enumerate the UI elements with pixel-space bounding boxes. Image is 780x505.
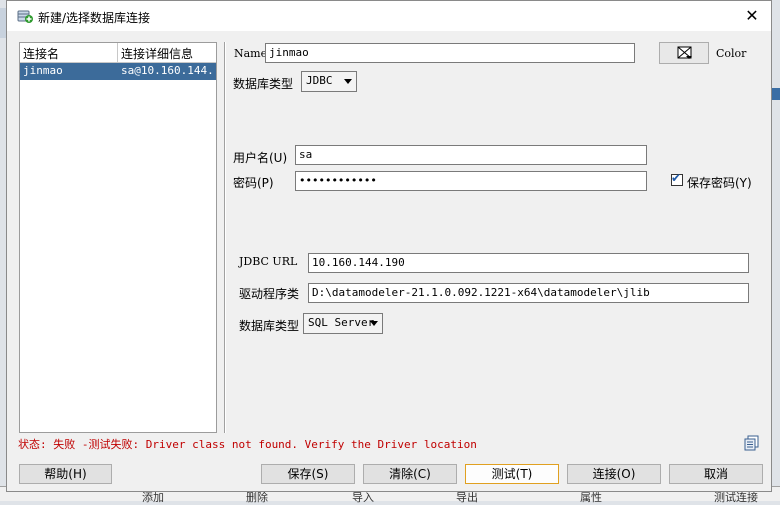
chevron-down-icon xyxy=(344,79,352,84)
db-type-select-2-value: SQL Server xyxy=(308,316,375,329)
color-button[interactable] xyxy=(659,42,709,64)
color-label: Color xyxy=(716,47,747,60)
db-type-label: 数据库类型 xyxy=(233,77,294,91)
save-button[interactable]: 保存(S) xyxy=(261,464,355,484)
username-label: 用户名(U) xyxy=(233,151,288,165)
save-password-label[interactable]: 保存密码(Y) xyxy=(687,174,752,191)
dialog-title: 新建/选择数据库连接 xyxy=(38,11,151,25)
chevron-down-icon xyxy=(370,321,378,326)
db-type-select-2[interactable]: SQL Server xyxy=(303,313,383,334)
cancel-button[interactable]: 取消 xyxy=(669,464,763,484)
save-password-checkbox[interactable]: ✔ xyxy=(671,171,683,186)
column-header-connection-details[interactable]: 连接详细信息 xyxy=(121,45,193,62)
connection-row-jinmao[interactable]: jinmao sa@10.160.144... xyxy=(20,63,216,80)
panel-divider xyxy=(224,42,226,433)
connection-list-header: 连接名 连接详细信息 xyxy=(20,43,216,63)
help-button[interactable]: 帮助(H) xyxy=(19,464,112,484)
column-divider[interactable] xyxy=(117,43,118,62)
connection-row-name: jinmao xyxy=(23,64,63,77)
copy-log-icon[interactable] xyxy=(744,435,760,451)
connect-button[interactable]: 连接(O) xyxy=(567,464,661,484)
clear-button[interactable]: 清除(C) xyxy=(363,464,457,484)
column-header-connection-name[interactable]: 连接名 xyxy=(23,45,59,62)
database-add-icon xyxy=(17,8,33,24)
new-connection-dialog: 新建/选择数据库连接 ✕ 连接名 连接详细信息 jinmao sa@10.160… xyxy=(6,0,772,492)
driver-class-label: 驱动程序类 xyxy=(239,287,300,301)
password-field[interactable]: •••••••••••• xyxy=(295,171,647,191)
password-label: 密码(P) xyxy=(233,176,274,190)
username-field[interactable]: sa xyxy=(295,145,647,165)
db-type-select-value: JDBC xyxy=(306,74,333,87)
close-button[interactable]: ✕ xyxy=(737,4,767,28)
name-label: Name xyxy=(234,47,268,60)
name-field[interactable]: jinmao xyxy=(265,43,635,63)
title-bar: 新建/选择数据库连接 ✕ xyxy=(7,1,771,31)
db-type-select[interactable]: JDBC xyxy=(301,71,357,92)
status-message: 状态: 失败 -测试失败: Driver class not found. Ve… xyxy=(18,438,477,451)
test-button[interactable]: 测试(T) xyxy=(465,464,559,484)
close-icon: ✕ xyxy=(745,6,759,25)
connection-list[interactable]: 连接名 连接详细信息 jinmao sa@10.160.144... xyxy=(19,42,217,433)
color-picker-icon xyxy=(677,46,693,63)
driver-class-field[interactable]: D:\datamodeler-21.1.0.092.1221-x64\datam… xyxy=(308,283,749,303)
jdbc-url-label: JDBC URL xyxy=(239,255,298,268)
checkmark-icon: ✔ xyxy=(671,171,682,185)
background-window-edge xyxy=(772,88,780,100)
jdbc-url-field[interactable]: 10.160.144.190 xyxy=(308,253,749,273)
db-type-label-2: 数据库类型 xyxy=(239,319,300,333)
connection-row-details: sa@10.160.144... xyxy=(121,64,215,77)
